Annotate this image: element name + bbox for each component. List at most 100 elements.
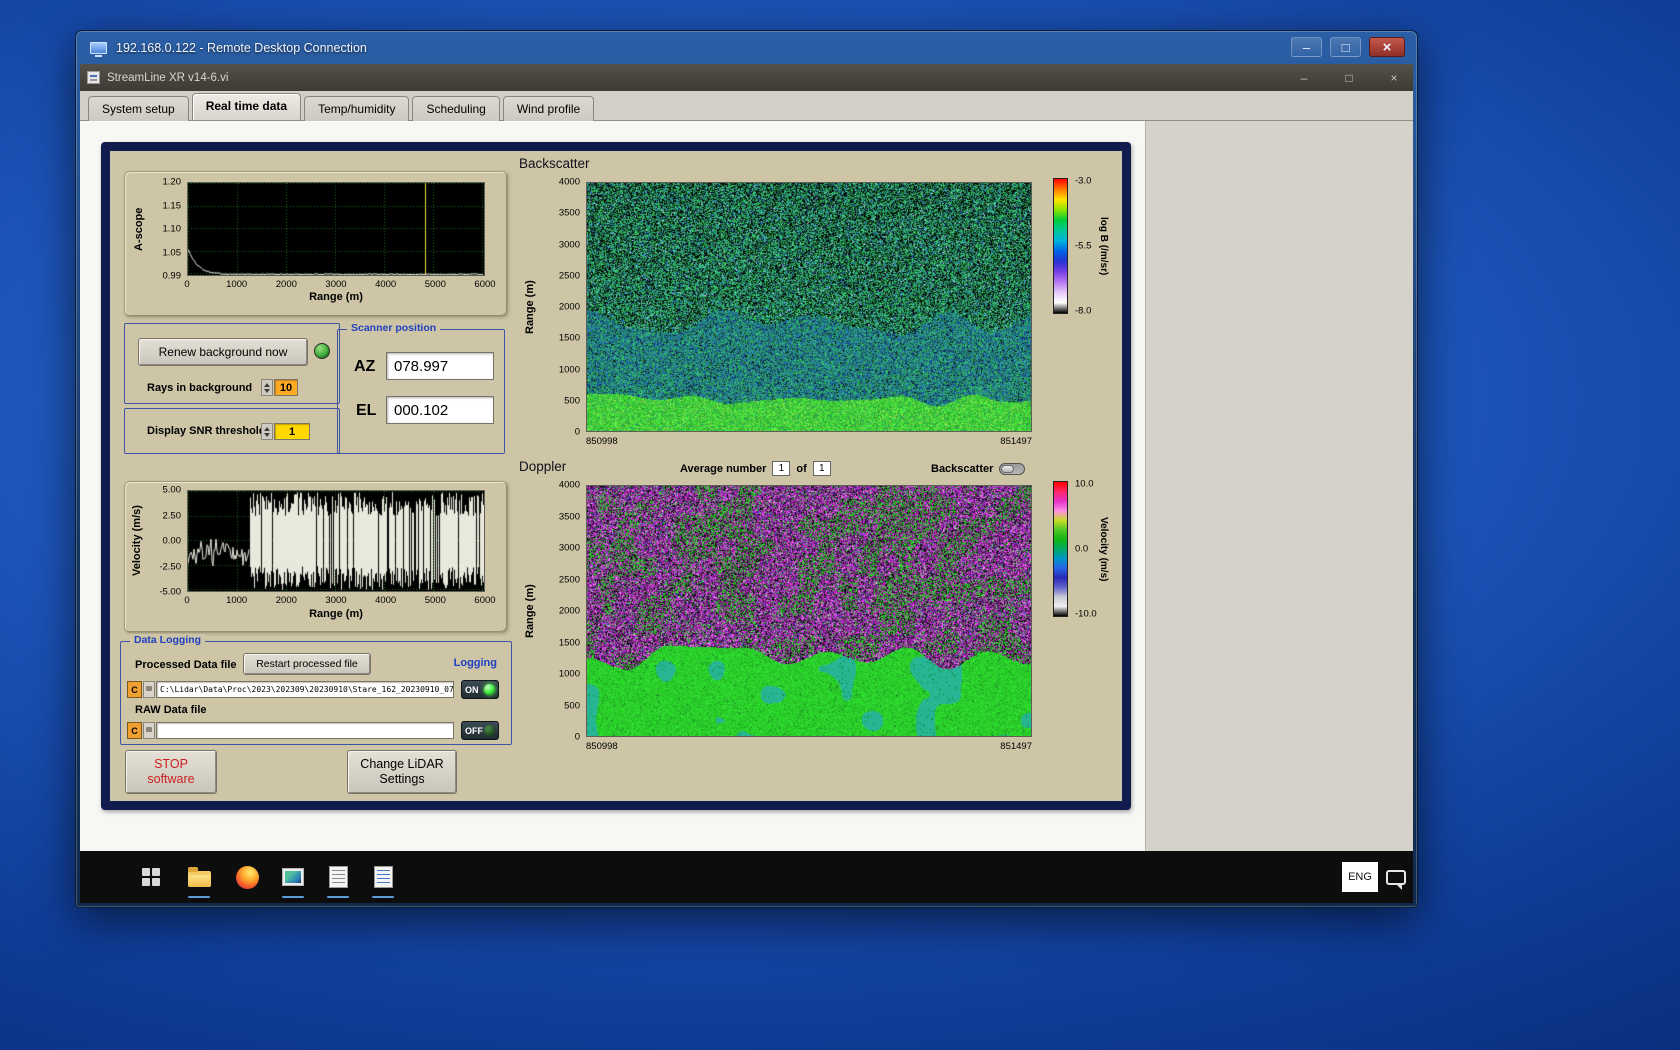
raw-path-field[interactable]: [156, 722, 454, 739]
tab-bar: System setup Real time data Temp/humidit…: [80, 91, 1413, 121]
backscatter-ytick-labels: 4000 3500 3000 2500 2000 1500 1000 500 0: [558, 176, 580, 438]
doppler-ytick-labels: 4000 3500 3000 2500 2000 1500 1000 500 0: [558, 479, 580, 743]
windows-logo-icon: [142, 868, 160, 886]
raw-logging-toggle[interactable]: OFF: [461, 721, 499, 740]
app-close-button[interactable]: ×: [1385, 71, 1403, 85]
front-panel: A-scope 1.20 1.15 1.10 1.05 0.99 0 1000 2000 30…: [80, 121, 1146, 853]
az-label: AZ: [354, 358, 376, 375]
tab-scheduling[interactable]: Scheduling: [412, 96, 500, 121]
minimize-button[interactable]: –: [1291, 37, 1322, 57]
notes-button[interactable]: [370, 862, 396, 898]
language-indicator[interactable]: ENG: [1342, 862, 1378, 892]
change-button-line1: Change LiDAR: [360, 757, 444, 771]
app-restore-button[interactable]: □: [1340, 71, 1358, 85]
app-title: StreamLine XR v14-6.vi: [107, 71, 229, 84]
backscatter-toggle[interactable]: [999, 462, 1026, 475]
data-logging-group: Data Logging Processed Data file Restart…: [120, 634, 512, 745]
snr-value-field[interactable]: 1: [274, 423, 310, 440]
document-icon: [328, 866, 348, 888]
rays-spinner[interactable]: [261, 379, 273, 396]
backscatter-ylabel: Range (m): [524, 280, 536, 334]
rdp-window: 192.168.0.122 - Remote Desktop Connectio…: [75, 30, 1418, 908]
desktop-wallpaper: 192.168.0.122 - Remote Desktop Connectio…: [0, 0, 1680, 1050]
change-lidar-settings-button[interactable]: Change LiDAR Settings: [347, 750, 457, 794]
maximize-button[interactable]: □: [1330, 37, 1361, 57]
rdp-title: 192.168.0.122 - Remote Desktop Connectio…: [116, 40, 367, 55]
tab-system-setup[interactable]: System setup: [88, 96, 189, 121]
backscatter-colorbar: [1053, 178, 1068, 314]
backscatter-toggle-row: Backscatter: [931, 460, 1026, 477]
velocity-xlabel: Range (m): [309, 608, 363, 620]
average-total-field[interactable]: 1: [812, 461, 831, 476]
restart-processed-button[interactable]: Restart processed file: [243, 653, 371, 675]
file-explorer-button[interactable]: [186, 862, 212, 898]
app-minimize-button[interactable]: –: [1295, 71, 1313, 85]
doppler-xaxis: 850998 851497: [586, 739, 1032, 753]
doppler-colorbar: [1053, 481, 1068, 617]
average-controls: Average number 1 of 1: [680, 460, 831, 477]
processed-logging-toggle[interactable]: ON: [461, 680, 499, 699]
tab-wind-profile[interactable]: Wind profile: [502, 96, 595, 121]
doppler-canvas: [587, 486, 1031, 736]
processed-drive-box[interactable]: C: [127, 681, 142, 698]
close-button[interactable]: ×: [1369, 37, 1405, 57]
velocity-chart: Velocity (m/s) 5.00 2.50 0.00 -2.50 -5.00 01…: [124, 481, 508, 633]
computer-icon: [90, 41, 107, 57]
doppler-heatmap: [586, 485, 1032, 737]
tab-temp-humidity[interactable]: Temp/humidity: [304, 96, 410, 121]
panel-frame: A-scope 1.20 1.15 1.10 1.05 0.99 0 1000 2000 30…: [101, 142, 1131, 810]
backscatter-toggle-label: Backscatter: [931, 462, 994, 475]
data-logging-label: Data Logging: [130, 634, 206, 646]
start-button[interactable]: [138, 862, 164, 892]
snr-label: Display SNR threshold: [147, 425, 266, 437]
scan-schedule-button[interactable]: [325, 862, 351, 898]
ascope-ytick-labels: 1.20 1.15 1.10 1.05 0.99: [162, 176, 182, 282]
stop-button-line1: STOP: [154, 757, 188, 771]
processed-path-field[interactable]: C:\Lidar\Data\Proc\2023\202309\20230910\…: [156, 681, 454, 698]
el-value: 000.102: [386, 396, 494, 424]
logging-on-led-icon: [484, 684, 495, 695]
rays-value-field[interactable]: 10: [274, 379, 298, 396]
backscatter-xaxis: 850998 851497: [586, 434, 1032, 448]
processed-file-label: Processed Data file: [135, 659, 237, 671]
el-label: EL: [356, 402, 377, 419]
app-titlebar[interactable]: StreamLine XR v14-6.vi – □ ×: [80, 64, 1413, 91]
app-client-area: A-scope 1.20 1.15 1.10 1.05 0.99 0 1000 2000 30…: [80, 121, 1413, 853]
processed-browse-button[interactable]: [143, 681, 155, 698]
photos-button[interactable]: [280, 862, 306, 898]
folder-icon: [187, 867, 211, 887]
backscatter-heatmap: [586, 182, 1032, 432]
change-button-line2: Settings: [379, 772, 425, 786]
velocity-xtick-labels: 0 1000 2000 3000 4000 5000 6000: [184, 595, 496, 606]
tab-real-time-data[interactable]: Real time data: [191, 93, 302, 120]
notifications-button[interactable]: [1383, 862, 1409, 892]
firefox-icon: [235, 865, 259, 889]
stop-software-button[interactable]: STOP software: [125, 750, 217, 794]
raw-browse-button[interactable]: [143, 722, 155, 739]
doppler-colorbar-label: Velocity (m/s): [1098, 516, 1109, 582]
speech-bubble-icon: [1386, 869, 1406, 890]
az-value: 078.997: [386, 352, 494, 380]
average-number-field[interactable]: 1: [772, 461, 791, 476]
raw-drive-box[interactable]: C: [127, 722, 142, 739]
velocity-canvas: [188, 491, 484, 591]
backscatter-x-last: 851497: [1000, 436, 1032, 447]
firefox-button[interactable]: [234, 862, 260, 892]
background-group: Renew background now Rays in background …: [124, 323, 340, 404]
rdp-titlebar[interactable]: 192.168.0.122 - Remote Desktop Connectio…: [76, 31, 1417, 64]
backscatter-title: Backscatter: [519, 156, 590, 171]
rays-label: Rays in background: [147, 382, 253, 394]
of-label: of: [796, 462, 807, 475]
on-label: ON: [465, 684, 479, 695]
renew-background-button[interactable]: Renew background now: [138, 338, 308, 366]
doppler-title: Doppler: [519, 459, 567, 474]
logging-label: Logging: [453, 657, 497, 669]
ascope-ylabel: A-scope: [133, 207, 145, 251]
logging-off-led-icon: [484, 725, 495, 736]
doppler-ylabel: Range (m): [524, 584, 536, 638]
app-window: StreamLine XR v14-6.vi – □ × System setu…: [80, 64, 1413, 853]
snr-spinner[interactable]: [261, 423, 273, 440]
ascope-chart: A-scope 1.20 1.15 1.10 1.05 0.99 0 1000 2000 30…: [124, 171, 508, 317]
blue-document-icon: [373, 866, 393, 888]
backscatter-canvas: [587, 183, 1031, 431]
